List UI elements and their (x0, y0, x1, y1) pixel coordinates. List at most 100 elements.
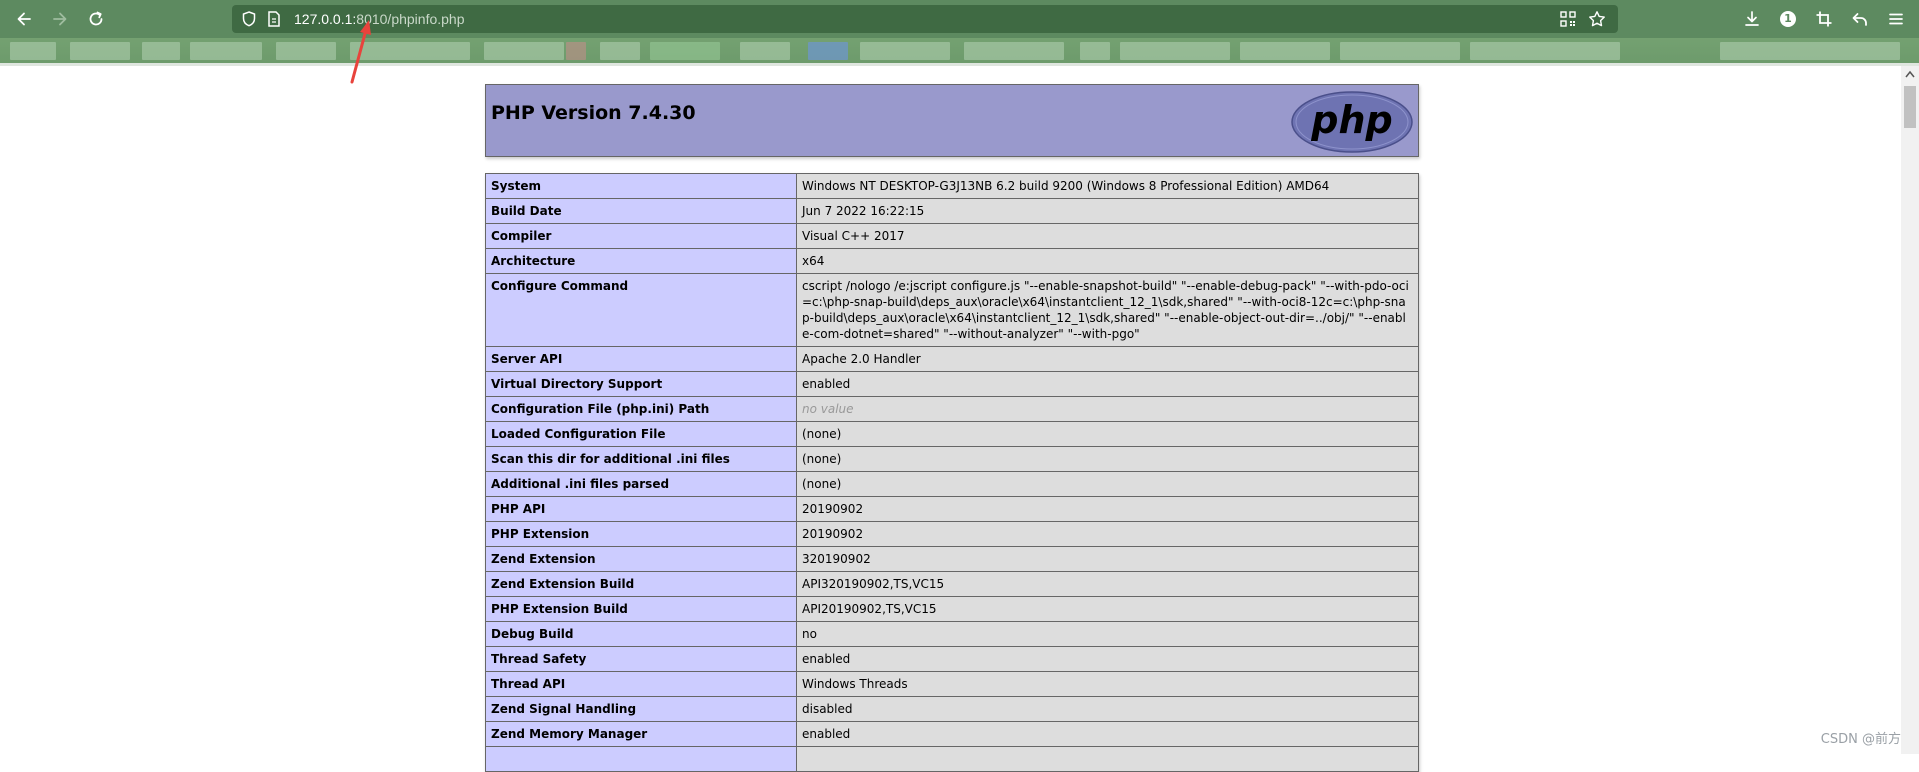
forward-arrow-icon[interactable] (48, 7, 72, 31)
row-label: PHP API (485, 496, 797, 522)
phpinfo-header: PHP Version 7.4.30 php (485, 84, 1419, 157)
table-row: PHP API 20190902 (485, 496, 1419, 522)
table-row: Zend Signal Handling disabled (485, 696, 1419, 722)
back-arrow-icon[interactable] (12, 7, 36, 31)
phpinfo-table-body: System Windows NT DESKTOP-G3J13NB 6.2 bui… (485, 173, 1419, 772)
table-row: PHP Extension Build API20190902,TS,VC15 (485, 596, 1419, 622)
shield-icon[interactable] (240, 10, 258, 28)
row-label: Zend Extension Build (485, 571, 797, 597)
page-scrollbar[interactable] (1901, 66, 1919, 754)
bookmark-item-blurred[interactable] (964, 42, 1064, 60)
bookmark-item-blurred[interactable] (566, 42, 586, 60)
row-label: Additional .ini files parsed (485, 471, 797, 497)
row-value: Windows Threads (796, 671, 1419, 697)
table-row: Zend Extension 320190902 (485, 546, 1419, 572)
bookmark-item-blurred[interactable] (650, 42, 720, 60)
table-row: Debug Build no (485, 621, 1419, 647)
qr-code-icon[interactable] (1560, 11, 1576, 27)
row-label: Build Date (485, 198, 797, 224)
row-label: Virtual Directory Support (485, 371, 797, 397)
row-value: no (796, 621, 1419, 647)
bookmark-item-blurred[interactable] (600, 42, 640, 60)
row-label: Thread API (485, 671, 797, 697)
table-row: Configuration File (php.ini) Path no valu… (485, 396, 1419, 422)
table-row: Additional .ini files parsed (none) (485, 471, 1419, 497)
php-logo-icon: php (1291, 91, 1413, 153)
row-value: disabled (796, 696, 1419, 722)
undo-icon[interactable] (1849, 8, 1871, 30)
bookmark-star-icon[interactable] (1588, 10, 1606, 28)
row-value: Visual C++ 2017 (796, 223, 1419, 249)
row-label: Server API (485, 346, 797, 372)
url-text[interactable]: 127.0.0.1:8010/phpinfo.php (294, 5, 465, 33)
bookmark-item-blurred[interactable] (10, 42, 56, 60)
bookmarks-bar (0, 38, 1919, 66)
bookmark-item-blurred[interactable] (808, 42, 848, 60)
bookmark-item-blurred[interactable] (1470, 42, 1620, 60)
info-icon[interactable]: 1 (1777, 8, 1799, 30)
bookmark-item-blurred[interactable] (860, 42, 950, 60)
table-row: Build Date Jun 7 2022 16:22:15 (485, 198, 1419, 224)
table-row: Compiler Visual C++ 2017 (485, 223, 1419, 249)
php-logo-text: php (1310, 98, 1392, 142)
browser-toolbar: 127.0.0.1:8010/phpinfo.php 1 (0, 0, 1919, 38)
row-label: Thread Safety (485, 646, 797, 672)
row-label: Configure Command (485, 273, 797, 347)
bookmark-item-blurred[interactable] (70, 42, 130, 60)
scrollbar-thumb[interactable] (1904, 86, 1916, 128)
row-value: API320190902,TS,VC15 (796, 571, 1419, 597)
phpinfo-page: PHP Version 7.4.30 php System Windows NT … (485, 84, 1419, 772)
phpinfo-table: System Windows NT DESKTOP-G3J13NB 6.2 bui… (485, 173, 1419, 772)
table-row: Server API Apache 2.0 Handler (485, 346, 1419, 372)
table-row: PHP Extension 20190902 (485, 521, 1419, 547)
row-label: Scan this dir for additional .ini files (485, 446, 797, 472)
row-label: Zend Extension (485, 546, 797, 572)
row-label: Configuration File (php.ini) Path (485, 396, 797, 422)
row-value: enabled (796, 721, 1419, 747)
table-row: Zend Memory Manager enabled (485, 721, 1419, 747)
row-value: Windows NT DESKTOP-G3J13NB 6.2 build 920… (796, 173, 1419, 199)
table-row (485, 746, 1419, 772)
bookmark-item-blurred[interactable] (1720, 42, 1900, 60)
row-label: Zend Signal Handling (485, 696, 797, 722)
bookmark-item-blurred[interactable] (484, 42, 564, 60)
table-row: Configure Command cscript /nologo /e:jscr… (485, 273, 1419, 347)
row-value: 320190902 (796, 546, 1419, 572)
download-icon[interactable] (1741, 8, 1763, 30)
row-label: Loaded Configuration File (485, 421, 797, 447)
row-value: no value (796, 396, 1419, 422)
bookmark-item-blurred[interactable] (740, 42, 790, 60)
address-bar[interactable]: 127.0.0.1:8010/phpinfo.php (232, 5, 1618, 33)
page-icon[interactable] (266, 10, 282, 28)
bookmark-item-blurred[interactable] (1240, 42, 1330, 60)
table-row: Thread API Windows Threads (485, 671, 1419, 697)
row-label: Debug Build (485, 621, 797, 647)
crop-icon[interactable] (1813, 8, 1835, 30)
row-label: Zend Memory Manager (485, 721, 797, 747)
row-value: x64 (796, 248, 1419, 274)
row-value: Apache 2.0 Handler (796, 346, 1419, 372)
row-label: Architecture (485, 248, 797, 274)
bookmark-item-blurred[interactable] (1080, 42, 1110, 60)
bookmark-item-blurred[interactable] (1120, 42, 1230, 60)
bookmark-item-blurred[interactable] (276, 42, 336, 60)
php-version-title: PHP Version 7.4.30 (491, 102, 696, 124)
scroll-up-icon[interactable] (1905, 70, 1915, 78)
bookmark-item-blurred[interactable] (142, 42, 180, 60)
table-row: Zend Extension Build API320190902,TS,VC15 (485, 571, 1419, 597)
row-label: Compiler (485, 223, 797, 249)
reload-icon[interactable] (84, 7, 108, 31)
row-label: System (485, 173, 797, 199)
table-row: Thread Safety enabled (485, 646, 1419, 672)
bookmark-item-blurred[interactable] (1340, 42, 1460, 60)
row-value: (none) (796, 471, 1419, 497)
row-value: cscript /nologo /e:jscript configure.js … (796, 273, 1419, 347)
row-label (485, 746, 797, 772)
csdn-watermark: CSDN @前方 (1820, 732, 1901, 747)
row-label: PHP Extension (485, 521, 797, 547)
menu-icon[interactable] (1885, 8, 1907, 30)
row-value: Jun 7 2022 16:22:15 (796, 198, 1419, 224)
bookmark-item-blurred[interactable] (190, 42, 262, 60)
row-value: (none) (796, 446, 1419, 472)
row-value: enabled (796, 371, 1419, 397)
